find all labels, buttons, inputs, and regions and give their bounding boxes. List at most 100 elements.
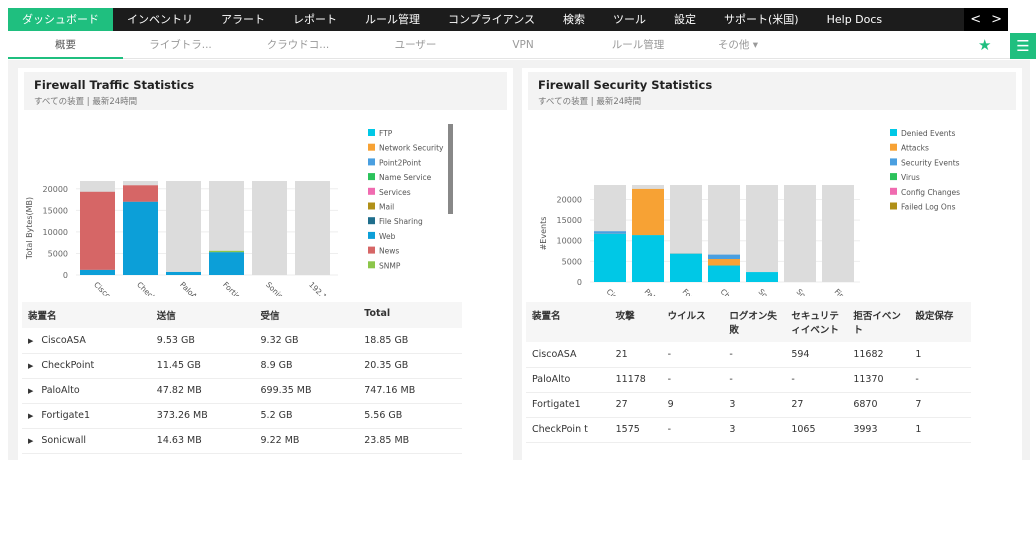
bar-segment[interactable] — [80, 269, 115, 275]
nav-item[interactable]: ルール管理 — [351, 8, 434, 31]
table-cell: 27 — [609, 392, 662, 418]
chevron-right-icon[interactable]: > — [991, 12, 1002, 27]
column-header[interactable]: 送信 — [150, 302, 255, 328]
bar-segment[interactable] — [209, 252, 244, 275]
menu-button[interactable]: ☰ — [1010, 33, 1036, 59]
bar-segment[interactable] — [80, 191, 115, 270]
expand-icon[interactable]: ▶ — [28, 387, 33, 395]
table-cell: ▶ PaloAlto — [22, 378, 151, 404]
dropdown-icon: ▾ — [749, 38, 759, 51]
column-header[interactable]: 設定保存 — [909, 302, 971, 342]
legend-item[interactable]: Network Security — [379, 144, 444, 153]
nav-item[interactable]: 設定 — [660, 8, 710, 31]
nav-item[interactable]: コンプライアンス — [434, 8, 549, 31]
expand-icon[interactable]: ▶ — [28, 337, 33, 345]
nav-item[interactable]: サポート(米国) — [710, 8, 813, 31]
legend-item[interactable]: Denied Events — [901, 129, 955, 138]
legend-swatch — [890, 202, 897, 210]
nav-item[interactable]: ダッシュボード — [8, 8, 113, 31]
expand-icon[interactable]: ▶ — [28, 362, 33, 370]
subtab[interactable]: クラウドコ... — [238, 31, 358, 59]
legend-item[interactable]: Attacks — [901, 144, 929, 153]
bar-segment[interactable] — [594, 231, 626, 234]
subtab-label: ルール管理 — [611, 38, 665, 51]
subtab[interactable]: その他 ▾ — [703, 31, 773, 59]
column-header[interactable]: 拒否イベント — [847, 302, 910, 342]
legend-item[interactable]: Services — [379, 188, 411, 197]
table-cell: 14.63 MB — [150, 428, 255, 454]
table-row[interactable]: CheckPoin t 1575 - 3 1065 3993 1 — [526, 417, 971, 443]
table-cell: 1065 — [785, 417, 848, 443]
x-tick-label: Sophos XG — [795, 287, 830, 296]
table-cell: 747.16 MB — [358, 378, 462, 404]
subtab[interactable]: ユーザー — [358, 31, 473, 59]
subtab-label: クラウドコ... — [266, 38, 330, 51]
table-row[interactable]: ▶ CheckPoint 11.45 GB 8.9 GB 20.35 GB — [22, 353, 462, 379]
legend-item[interactable]: Virus — [901, 173, 920, 182]
bar-segment[interactable] — [632, 235, 664, 282]
bar-background — [166, 181, 201, 275]
column-header[interactable]: 装置名 — [22, 302, 151, 328]
favorite-star-icon[interactable]: ★ — [978, 36, 991, 54]
expand-icon[interactable]: ▶ — [28, 412, 33, 420]
subtab[interactable]: 概要 — [8, 31, 123, 59]
legend-item[interactable]: Point2Point — [379, 158, 421, 167]
table-row[interactable]: Fortigate1 27 9 3 27 6870 7 — [526, 392, 971, 418]
bar-segment[interactable] — [123, 185, 158, 202]
bar-segment[interactable] — [166, 271, 201, 275]
table-row[interactable]: PaloAlto 11178 - - - 11370 - — [526, 367, 971, 393]
cell-text: 3 — [729, 399, 736, 410]
column-header[interactable]: セキュリティイベント — [785, 302, 848, 342]
legend-item[interactable]: Name Service — [379, 173, 432, 182]
bar-segment[interactable] — [670, 253, 702, 282]
legend-item[interactable]: Config Changes — [901, 188, 960, 197]
bar-segment[interactable] — [209, 250, 244, 253]
legend-item[interactable]: Mail — [379, 203, 394, 212]
panel-subtitle: すべての装置 | 最新24時間 — [34, 97, 138, 107]
table-row[interactable]: ▶ Fortigate1 373.26 MB 5.2 GB 5.56 GB — [22, 403, 462, 429]
column-header[interactable]: ログオン失敗 — [723, 302, 786, 342]
nav-item[interactable]: Help Docs — [813, 8, 897, 31]
nav-item[interactable]: レポート — [279, 8, 351, 31]
nav-scroll-arrows[interactable]: < > — [964, 8, 1008, 31]
bar-segment[interactable] — [708, 254, 740, 260]
subtab[interactable]: ルール管理 — [573, 31, 703, 59]
bar-segment[interactable] — [708, 265, 740, 282]
table-cell: 3993 — [847, 417, 910, 443]
bar-segment[interactable] — [708, 259, 740, 266]
bar-segment[interactable] — [632, 188, 664, 236]
column-header[interactable]: 装置名 — [526, 302, 610, 342]
nav-item[interactable]: インベントリ — [113, 8, 207, 31]
subtab[interactable]: ライブトラ... — [123, 31, 238, 59]
nav-item[interactable]: 検索 — [549, 8, 599, 31]
expand-icon[interactable]: ▶ — [28, 437, 33, 445]
bar-segment[interactable] — [594, 233, 626, 282]
table-row[interactable]: ▶ CiscoASA 9.53 GB 9.32 GB 18.85 GB — [22, 328, 462, 354]
legend-item[interactable]: Web — [379, 232, 396, 241]
table-row[interactable]: ▶ PaloAlto 47.82 MB 699.35 MB 747.16 MB — [22, 378, 462, 404]
legend-item[interactable]: Security Events — [901, 158, 960, 167]
legend-item[interactable]: Failed Log Ons — [901, 203, 956, 212]
chevron-left-icon[interactable]: < — [970, 12, 981, 27]
legend-item[interactable]: File Sharing — [379, 217, 423, 226]
bar-segment[interactable] — [123, 201, 158, 275]
subtab[interactable]: VPN — [473, 31, 573, 59]
nav-item[interactable]: アラート — [207, 8, 279, 31]
y-tick-label: 5000 — [562, 257, 582, 266]
column-header[interactable]: 受信 — [254, 302, 359, 328]
bar-segment[interactable] — [746, 272, 778, 282]
table-cell: 1 — [909, 342, 971, 368]
nav-item[interactable]: ツール — [599, 8, 660, 31]
column-header[interactable]: 攻撃 — [609, 302, 662, 342]
legend-item[interactable]: News — [379, 247, 399, 256]
legend-item[interactable]: SNMP — [379, 261, 401, 270]
x-tick-label: Fortigate1 — [681, 287, 715, 296]
legend-item[interactable]: FTP — [379, 129, 393, 138]
table-row[interactable]: CiscoASA 21 - - 594 11682 1 — [526, 342, 971, 368]
column-header[interactable]: Total — [358, 302, 462, 328]
table-row[interactable]: ▶ Sonicwall 14.63 MB 9.22 MB 23.85 MB — [22, 428, 462, 454]
y-tick-label: 10000 — [557, 237, 582, 246]
legend-scrollbar[interactable] — [448, 124, 453, 214]
table-header: 装置名 送信 受信 Total — [22, 302, 462, 328]
column-header[interactable]: ウイルス — [661, 302, 724, 342]
